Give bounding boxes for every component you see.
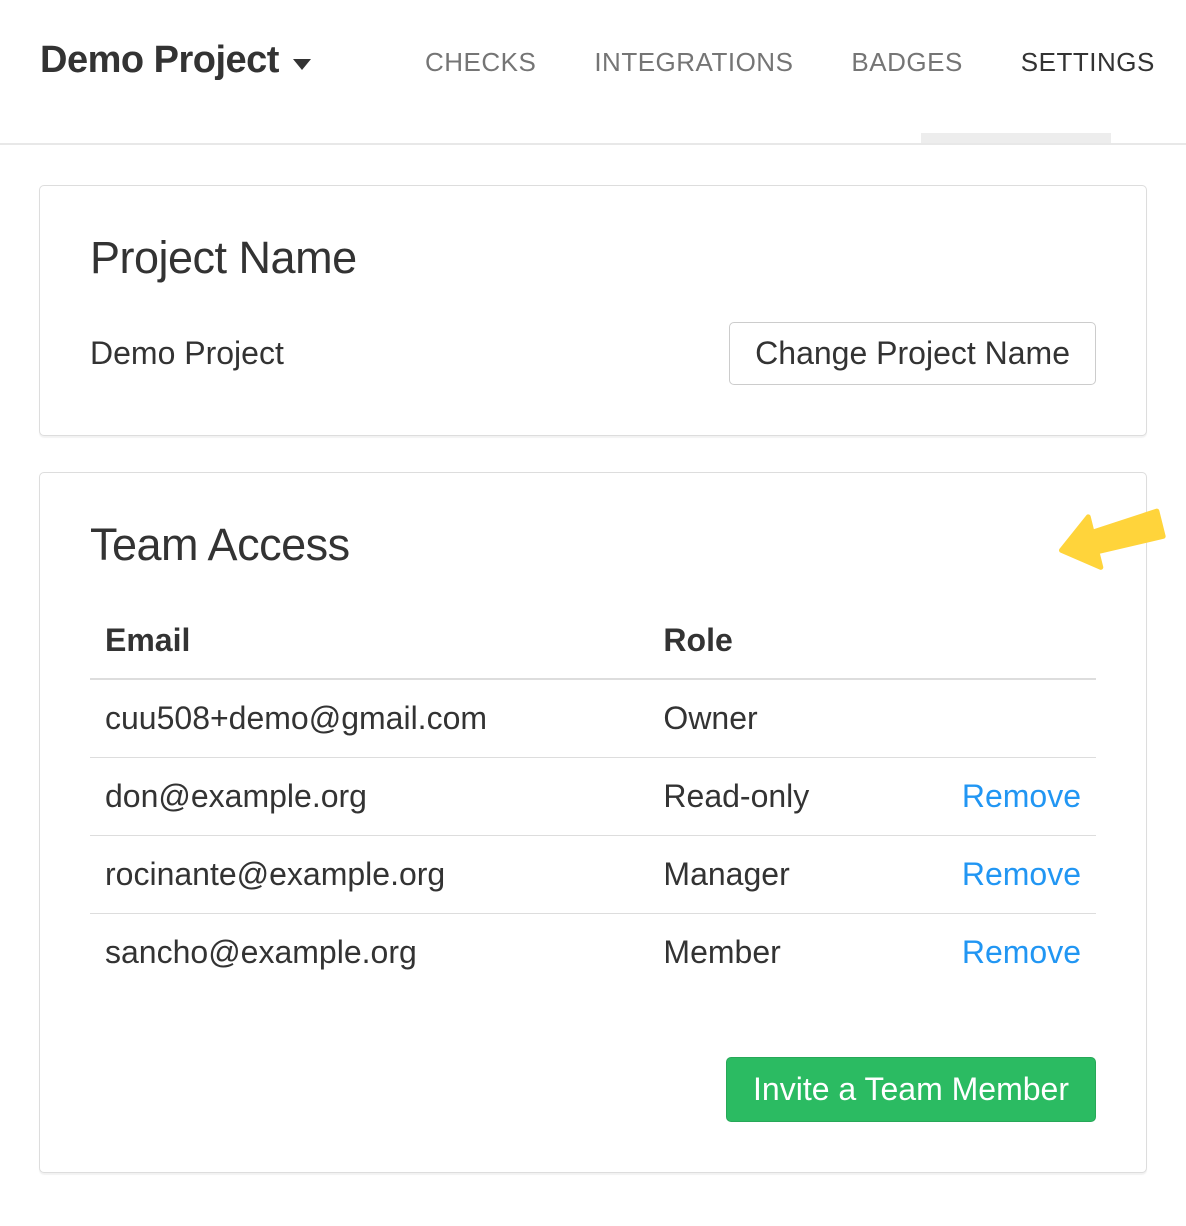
nav-tabs: CHECKS INTEGRATIONS BADGES SETTINGS [367,48,1155,77]
invite-button-row: Invite a Team Member [90,1057,1096,1122]
project-title: Demo Project [40,40,279,82]
remove-member-link[interactable]: Remove [962,856,1081,892]
current-project-name: Demo Project [90,335,284,372]
active-tab-indicator [921,133,1111,143]
role-column-header: Role [663,622,945,679]
member-role: Manager [663,836,945,914]
team-access-card: Team Access Email Role cuu508+demo@gmail… [39,472,1147,1174]
table-row: don@example.org Read-only Remove [90,758,1096,836]
change-project-name-button[interactable]: Change Project Name [729,322,1096,385]
table-row: cuu508+demo@gmail.com Owner [90,679,1096,758]
remove-member-link[interactable]: Remove [962,778,1081,814]
email-column-header: Email [90,622,663,679]
member-role: Owner [663,679,945,758]
member-action-cell: Remove [945,836,1096,914]
project-name-card-title: Project Name [90,232,1096,284]
table-row: rocinante@example.org Manager Remove [90,836,1096,914]
invite-team-member-button[interactable]: Invite a Team Member [726,1057,1096,1122]
member-email: rocinante@example.org [90,836,663,914]
team-access-card-title: Team Access [90,519,1096,571]
remove-member-link[interactable]: Remove [962,934,1081,970]
member-email: don@example.org [90,758,663,836]
member-action-cell: Remove [945,914,1096,992]
project-name-row: Demo Project Change Project Name [90,322,1096,385]
action-column-header [945,622,1096,679]
project-name-card: Project Name Demo Project Change Project… [39,185,1147,436]
member-email: cuu508+demo@gmail.com [90,679,663,758]
tab-checks[interactable]: CHECKS [425,48,536,77]
settings-page-content: Project Name Demo Project Change Project… [0,145,1186,1173]
tab-badges[interactable]: BADGES [851,48,962,77]
member-action-cell: Remove [945,758,1096,836]
member-email: sancho@example.org [90,914,663,992]
top-navigation-bar: Demo Project CHECKS INTEGRATIONS BADGES … [0,0,1186,145]
project-switcher-dropdown[interactable]: Demo Project [40,40,311,82]
team-members-table: Email Role cuu508+demo@gmail.com Owner d… [90,622,1096,991]
member-role: Member [663,914,945,992]
table-header-row: Email Role [90,622,1096,679]
tab-settings[interactable]: SETTINGS [1021,48,1155,77]
tab-integrations[interactable]: INTEGRATIONS [594,48,793,77]
table-row: sancho@example.org Member Remove [90,914,1096,992]
caret-down-icon [293,59,311,70]
member-role: Read-only [663,758,945,836]
member-action-cell [945,679,1096,758]
